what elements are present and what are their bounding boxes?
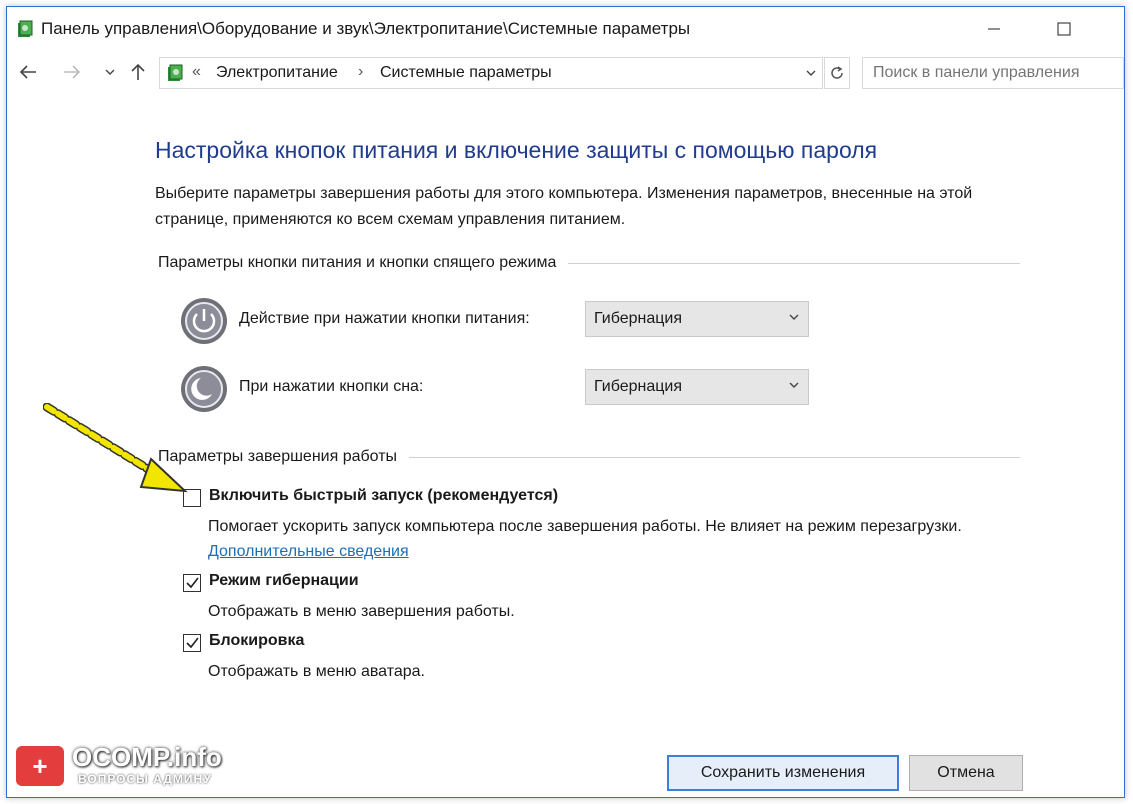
section-divider	[409, 456, 1020, 458]
option-description: Отображать в меню аватара.	[208, 663, 425, 680]
back-button[interactable]	[15, 59, 41, 85]
breadcrumb-separator-icon[interactable]: ›	[358, 63, 363, 81]
chevron-down-icon	[789, 382, 799, 388]
address-dropdown-button[interactable]	[800, 58, 822, 88]
window-title: Панель управления\Оборудование и звук\Эл…	[41, 19, 691, 38]
annotation-arrow-icon	[43, 403, 188, 493]
fast-startup-option: Включить быстрый запуск (рекомендуется) …	[183, 487, 1013, 567]
maximize-button[interactable]	[1044, 13, 1084, 45]
page-description: Выберите параметры завершения работы для…	[155, 185, 973, 228]
lock-checkbox[interactable]	[183, 634, 201, 652]
chevron-down-icon	[806, 70, 816, 76]
select-value: Гибернация	[594, 378, 682, 395]
cancel-button[interactable]: Отмена	[909, 755, 1023, 791]
address-bar[interactable]: « Электропитание › Системные параметры	[159, 57, 823, 89]
title-bar: Панель управления\Оборудование и звук\Эл…	[7, 7, 1124, 51]
section-title: Параметры кнопки питания и кнопки спящег…	[158, 254, 557, 271]
forward-arrow-icon	[64, 65, 81, 79]
sleep-button-action-select[interactable]: Гибернация	[585, 369, 809, 405]
navigation-bar: « Электропитание › Системные параметры	[7, 53, 1124, 93]
hibernate-label[interactable]: Режим гибернации	[209, 572, 359, 590]
checkmark-icon	[186, 577, 199, 589]
minimize-icon	[988, 28, 1000, 30]
breadcrumb-item[interactable]: Электропитание	[216, 64, 338, 82]
refresh-icon	[831, 66, 843, 79]
refresh-button[interactable]	[824, 57, 850, 89]
more-info-link[interactable]: Дополнительные сведения	[208, 543, 409, 560]
watermark-logo: + OCOMP.info ВОПРОСЫ АДМИНУ	[12, 740, 242, 792]
watermark-subtitle: ВОПРОСЫ АДМИНУ	[78, 772, 212, 786]
page-title: Настройка кнопок питания и включение защ…	[155, 137, 878, 163]
plus-icon: +	[16, 746, 64, 786]
lock-label[interactable]: Блокировка	[209, 632, 304, 650]
recent-locations-button[interactable]	[97, 59, 123, 85]
power-button-row: Действие при нажатии кнопки питания: Гиб…	[179, 293, 819, 349]
up-arrow-icon	[131, 63, 145, 80]
select-value: Гибернация	[594, 310, 682, 327]
checkmark-icon	[186, 637, 199, 649]
control-panel-icon	[168, 64, 183, 81]
window: Панель управления\Оборудование и звук\Эл…	[6, 6, 1125, 798]
maximize-icon	[1057, 22, 1071, 36]
minimize-button[interactable]	[974, 13, 1014, 45]
sleep-button-label: При нажатии кнопки сна:	[239, 378, 424, 395]
hibernate-option: Режим гибернации Отображать в меню завер…	[183, 572, 1013, 624]
chevron-down-icon	[105, 69, 115, 75]
lock-option: Блокировка Отображать в меню аватара.	[183, 632, 1013, 684]
sleep-button-row: При нажатии кнопки сна: Гибернация	[179, 361, 819, 417]
up-button[interactable]	[125, 59, 151, 85]
breadcrumb-overflow-icon[interactable]: «	[192, 63, 201, 81]
forward-button[interactable]	[59, 59, 85, 85]
chevron-down-icon	[789, 314, 799, 320]
breadcrumb-item[interactable]: Системные параметры	[380, 64, 552, 82]
back-arrow-icon	[19, 65, 36, 79]
watermark-title: OCOMP.info	[72, 742, 222, 772]
save-changes-button[interactable]: Сохранить изменения	[667, 755, 899, 791]
option-description: Помогает ускорить запуск компьютера посл…	[208, 518, 962, 535]
control-panel-icon	[18, 20, 33, 37]
option-description: Отображать в меню завершения работы.	[208, 603, 515, 620]
search-input[interactable]	[862, 57, 1124, 89]
section-divider	[568, 262, 1020, 264]
power-button-action-select[interactable]: Гибернация	[585, 301, 809, 337]
fast-startup-label[interactable]: Включить быстрый запуск (рекомендуется)	[209, 487, 558, 505]
hibernate-checkbox[interactable]	[183, 574, 201, 592]
power-icon	[181, 298, 227, 344]
shutdown-section-header: Параметры завершения работы	[158, 447, 1020, 467]
fast-startup-description: Помогает ускорить запуск компьютера посл…	[208, 514, 968, 564]
power-buttons-section-header: Параметры кнопки питания и кнопки спящег…	[158, 253, 1020, 273]
section-title: Параметры завершения работы	[158, 448, 398, 465]
power-button-label: Действие при нажатии кнопки питания:	[239, 310, 530, 327]
